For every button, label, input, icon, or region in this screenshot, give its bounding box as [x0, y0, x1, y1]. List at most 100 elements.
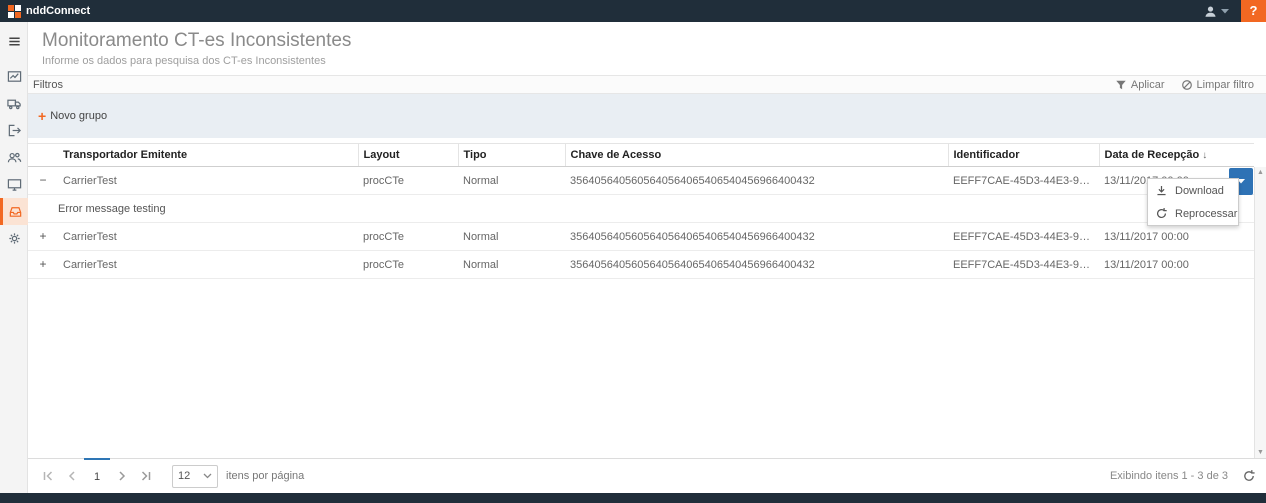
col-header-expander — [28, 144, 58, 167]
scroll-down-icon[interactable]: ▼ — [1257, 449, 1264, 456]
sidebar-item-users[interactable] — [0, 144, 28, 171]
expand-row-button[interactable]: + — [39, 230, 46, 242]
footer-bar — [0, 493, 1266, 503]
refresh-icon — [1155, 207, 1168, 220]
detail-message: Error message testing — [28, 195, 1254, 223]
items-summary: Exibindo itens 1 - 3 de 3 — [1110, 470, 1228, 482]
col-header-data[interactable]: Data de Recepção↓ — [1099, 144, 1254, 167]
sidebar-item-cte[interactable] — [0, 198, 28, 225]
col-header-layout[interactable]: Layout — [358, 144, 458, 167]
cell-chave: 3564056405605640564065406540456966400432 — [565, 167, 948, 195]
apply-filter-label: Aplicar — [1131, 79, 1165, 91]
table-row[interactable]: + CarrierTest procCTe Normal 35640564056… — [28, 223, 1254, 251]
plus-icon: + — [38, 111, 46, 121]
chevron-down-icon — [203, 473, 212, 479]
page-subtitle: Informe os dados para pesquisa dos CT-es… — [42, 55, 1252, 67]
cell-chave: 3564056405605640564065406540456966400432 — [565, 251, 948, 279]
export-icon — [7, 123, 22, 138]
cell-identificador: EEFF7CAE-45D3-44E3-983D-666564F24... — [948, 167, 1099, 195]
gear-icon — [7, 231, 22, 246]
page-size-value: 12 — [178, 470, 190, 482]
sidebar-item-freight[interactable] — [0, 90, 28, 117]
col-header-identificador[interactable]: Identificador — [948, 144, 1099, 167]
table-row[interactable]: + CarrierTest procCTe Normal 35640564056… — [28, 251, 1254, 279]
filter-group-panel: + Novo grupo — [28, 94, 1266, 138]
user-menu[interactable] — [1204, 5, 1229, 18]
cell-layout: procCTe — [358, 251, 458, 279]
last-page-button[interactable] — [134, 464, 158, 488]
apply-filter-button[interactable]: Aplicar — [1115, 79, 1165, 91]
sidebar-item-export[interactable] — [0, 117, 28, 144]
menu-item-reprocess[interactable]: Reprocessar — [1148, 202, 1238, 225]
results-table: Transportador Emitente Layout Tipo Chave… — [28, 143, 1254, 279]
inbox-documents-icon — [8, 204, 23, 219]
header-row: Transportador Emitente Layout Tipo Chave… — [28, 144, 1254, 167]
users-icon — [7, 150, 22, 165]
col-header-tipo[interactable]: Tipo — [458, 144, 565, 167]
reports-icon — [7, 69, 22, 84]
cancel-circle-icon — [1181, 79, 1193, 91]
cell-tipo: Normal — [458, 167, 565, 195]
cell-tipo: Normal — [458, 251, 565, 279]
chevron-down-icon — [1221, 9, 1229, 14]
clear-filter-button[interactable]: Limpar filtro — [1181, 79, 1254, 91]
sort-desc-icon: ↓ — [1202, 150, 1207, 161]
scroll-up-icon[interactable]: ▲ — [1257, 169, 1264, 176]
clear-filter-label: Limpar filtro — [1197, 79, 1254, 91]
filters-bar: Filtros Aplicar Limpar filtro — [28, 75, 1266, 94]
page-size-select[interactable]: 12 — [172, 465, 218, 488]
download-icon — [1155, 184, 1168, 197]
cell-transportador: CarrierTest — [58, 251, 358, 279]
page-title: Monitoramento CT-es Inconsistentes — [42, 30, 1252, 52]
col-header-label: Layout — [364, 149, 400, 161]
sidebar-item-reports[interactable] — [0, 63, 28, 90]
col-header-label: Transportador Emitente — [63, 149, 187, 161]
brand-name: nddConnect — [26, 5, 90, 17]
sidebar-item-menu[interactable] — [0, 28, 28, 55]
page-head: Monitoramento CT-es Inconsistentes Infor… — [28, 22, 1266, 75]
cell-data: 13/11/2017 00:00 — [1099, 251, 1254, 279]
menu-item-label: Reprocessar — [1175, 208, 1237, 220]
main-content: Monitoramento CT-es Inconsistentes Infor… — [28, 22, 1266, 493]
collapse-row-button[interactable]: − — [39, 174, 46, 186]
monitor-icon — [7, 177, 22, 192]
col-header-transportador[interactable]: Transportador Emitente — [58, 144, 358, 167]
hamburger-icon — [7, 34, 22, 49]
menu-item-download[interactable]: Download — [1148, 179, 1238, 202]
col-header-label: Data de Recepção — [1105, 149, 1200, 161]
user-icon — [1204, 5, 1217, 18]
next-page-button[interactable] — [110, 464, 134, 488]
cell-identificador: EEFF7CAE-45D3-44E3-983D-666564F24... — [948, 223, 1099, 251]
cell-tipo: Normal — [458, 223, 565, 251]
table-row[interactable]: − CarrierTest procCTe Normal 35640564056… — [28, 167, 1254, 195]
sidebar-item-monitor[interactable] — [0, 171, 28, 198]
new-group-button[interactable]: + Novo grupo — [38, 110, 107, 122]
expand-row-button[interactable]: + — [39, 258, 46, 270]
cell-chave: 3564056405605640564065406540456966400432 — [565, 223, 948, 251]
col-header-chave[interactable]: Chave de Acesso — [565, 144, 948, 167]
cell-transportador: CarrierTest — [58, 167, 358, 195]
col-header-label: Identificador — [954, 149, 1020, 161]
cell-data: 13/11/2017 00:00 — [1099, 223, 1254, 251]
help-button[interactable]: ? — [1241, 0, 1266, 22]
sidebar — [0, 22, 28, 493]
filters-title: Filtros — [33, 79, 63, 91]
topbar: nddConnect ? — [0, 0, 1266, 22]
truck-icon — [7, 96, 22, 111]
col-header-label: Tipo — [464, 149, 487, 161]
cell-transportador: CarrierTest — [58, 223, 358, 251]
col-header-label: Chave de Acesso — [571, 149, 662, 161]
sidebar-item-settings[interactable] — [0, 225, 28, 252]
detail-row: Error message testing — [28, 195, 1254, 223]
refresh-button[interactable] — [1242, 469, 1256, 483]
row-actions-menu: Download Reprocessar — [1147, 178, 1239, 226]
filter-funnel-icon — [1115, 79, 1127, 91]
menu-item-label: Download — [1175, 185, 1224, 197]
cell-layout: procCTe — [358, 167, 458, 195]
prev-page-button[interactable] — [60, 464, 84, 488]
vertical-scrollbar[interactable]: ▲ ▼ — [1254, 167, 1266, 458]
current-page[interactable]: 1 — [84, 458, 110, 493]
results-grid: Transportador Emitente Layout Tipo Chave… — [28, 143, 1266, 458]
first-page-button[interactable] — [36, 464, 60, 488]
per-page-label: itens por página — [226, 470, 304, 482]
